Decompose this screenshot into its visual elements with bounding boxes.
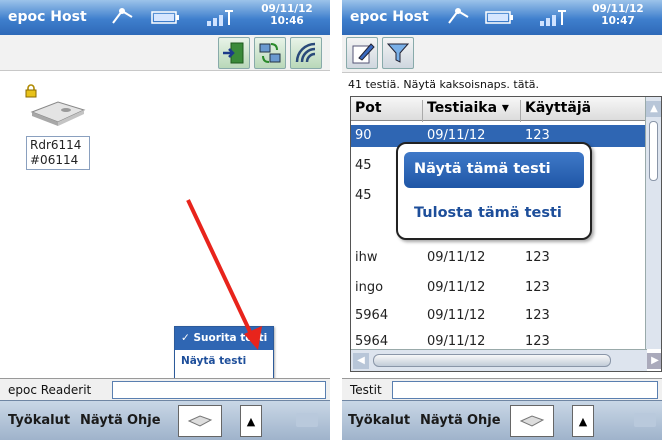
- status-field[interactable]: [392, 381, 658, 399]
- battery-icon[interactable]: [484, 7, 514, 27]
- table-row[interactable]: 5964 09/11/12 123: [351, 305, 647, 327]
- wireless-icon: [295, 42, 316, 63]
- scroll-right-icon[interactable]: ▶: [647, 353, 661, 369]
- filter-button[interactable]: [382, 37, 414, 69]
- cell-user: 123: [525, 128, 550, 143]
- signal-icon[interactable]: [205, 7, 237, 27]
- menu-help[interactable]: Ohje: [467, 413, 501, 428]
- reader-small-icon: [519, 415, 545, 427]
- notepad-pencil-icon: [352, 43, 375, 64]
- reader-name: Rdr6114: [30, 138, 82, 152]
- clock-date: 09/11/12: [261, 3, 313, 15]
- menu-item-run-test[interactable]: ✓ Suorita testi: [175, 327, 273, 350]
- menu-tools[interactable]: Työkalut: [348, 413, 410, 428]
- title-bar: epoc Host 09/11/12 10:46: [0, 0, 330, 35]
- reader-small-icon: [187, 415, 213, 427]
- left-screenshot: epoc Host 09/11/12 10:46 Rdr6114 #06114 …: [0, 0, 330, 440]
- wireless-button[interactable]: [290, 37, 322, 69]
- sync-button[interactable]: [254, 37, 286, 69]
- input-method-box[interactable]: [510, 405, 554, 437]
- cell-time: 09/11/12: [427, 334, 486, 349]
- app-title: epoc Host: [350, 9, 429, 25]
- vertical-scroll-thumb[interactable]: [649, 121, 658, 181]
- cell-time: 09/11/12: [427, 280, 486, 295]
- horizontal-scroll-thumb[interactable]: [373, 354, 611, 367]
- status-row: epoc Readerit: [0, 378, 330, 400]
- vertical-scrollbar[interactable]: ▲: [645, 97, 661, 349]
- menu-item-print-this-test[interactable]: Tulosta tämä testi: [404, 196, 584, 232]
- lock-icon: [25, 84, 37, 98]
- edit-button[interactable]: [346, 37, 378, 69]
- cell-pot: 5964: [355, 334, 389, 349]
- menu-help[interactable]: Ohje: [127, 413, 161, 428]
- test-count-text: 41 testiä. Näytä kaksoisnaps. tätä.: [348, 78, 539, 91]
- clock-date: 09/11/12: [592, 3, 644, 15]
- status-field[interactable]: [112, 381, 326, 399]
- reader-label: Rdr6114 #06114: [26, 136, 90, 170]
- reader-serial: #06114: [30, 153, 79, 167]
- column-header-user[interactable]: Käyttäjä: [521, 100, 647, 122]
- input-method-box[interactable]: [178, 405, 222, 437]
- triangle-up-icon: ▲: [246, 414, 256, 428]
- filter-funnel-icon: [386, 43, 410, 63]
- cell-time: 09/11/12: [427, 308, 486, 323]
- status-row: Testit: [342, 378, 662, 400]
- signal-icon[interactable]: [538, 7, 570, 27]
- reader-device-icon: [30, 101, 86, 126]
- menu-bar: Työkalut Näytä Ohje ▲: [0, 400, 330, 440]
- clock-time: 10:46: [270, 15, 304, 27]
- cell-pot: 5964: [355, 308, 389, 323]
- list-header: Pot Testiaika ▾ Käyttäjä: [351, 97, 647, 122]
- status-label: Testit: [350, 383, 382, 397]
- cell-time: 09/11/12: [427, 250, 486, 265]
- cell-user: 123: [525, 308, 550, 323]
- exit-button[interactable]: [218, 37, 250, 69]
- scroll-left-icon[interactable]: ◀: [353, 353, 369, 369]
- triangle-up-icon: ▲: [578, 414, 588, 428]
- keyboard-icon[interactable]: [296, 413, 318, 427]
- table-row[interactable]: ingo 09/11/12 123: [351, 277, 647, 299]
- cell-pot: 45: [355, 188, 372, 203]
- cell-pot: ihw: [355, 250, 378, 265]
- cell-user: 123: [525, 334, 550, 349]
- input-method-arrow-button[interactable]: ▲: [572, 405, 594, 437]
- battery-icon[interactable]: [150, 7, 180, 27]
- cell-user: 123: [525, 280, 550, 295]
- title-bar: epoc Host 09/11/12 10:47: [342, 0, 662, 35]
- input-method-arrow-button[interactable]: ▲: [240, 405, 262, 437]
- connectivity-icon[interactable]: [110, 7, 136, 27]
- column-header-test-time[interactable]: Testiaika ▾: [423, 100, 521, 122]
- keyboard-icon[interactable]: [634, 413, 656, 427]
- clock[interactable]: 09/11/12 10:46: [252, 3, 322, 27]
- menu-view[interactable]: Näytä: [80, 413, 123, 428]
- scroll-up-icon[interactable]: ▲: [646, 101, 661, 117]
- cell-user: 123: [525, 250, 550, 265]
- cell-pot: 90: [355, 128, 372, 143]
- cell-time: 09/11/12: [427, 128, 486, 143]
- column-header-pot[interactable]: Pot: [351, 100, 423, 122]
- toolbar: [342, 35, 662, 73]
- horizontal-scrollbar[interactable]: ◀ ▶: [351, 349, 661, 371]
- connectivity-icon[interactable]: [446, 7, 472, 27]
- toolbar: [0, 35, 330, 71]
- menu-tools[interactable]: Työkalut: [8, 413, 70, 428]
- menu-item-view-test[interactable]: Näytä testi: [175, 350, 273, 373]
- app-title: epoc Host: [8, 9, 87, 25]
- menu-item-view-this-test[interactable]: Näytä tämä testi: [404, 152, 584, 188]
- table-row[interactable]: ihw 09/11/12 123: [351, 247, 647, 269]
- cell-pot: ingo: [355, 280, 384, 295]
- context-menu: Näytä tämä testi Tulosta tämä testi: [396, 142, 592, 240]
- menu-view[interactable]: Näytä: [420, 413, 463, 428]
- cell-pot: 45: [355, 158, 372, 173]
- menu-bar: Työkalut Näytä Ohje ▲: [342, 400, 662, 440]
- clock-time: 10:47: [601, 15, 635, 27]
- clock[interactable]: 09/11/12 10:47: [582, 3, 654, 27]
- right-screenshot: epoc Host 09/11/12 10:47 41 testiä. Näyt…: [342, 0, 662, 440]
- computer-sync-icon: [259, 43, 281, 63]
- status-label: epoc Readerit: [8, 383, 92, 397]
- exit-door-icon: [223, 42, 244, 64]
